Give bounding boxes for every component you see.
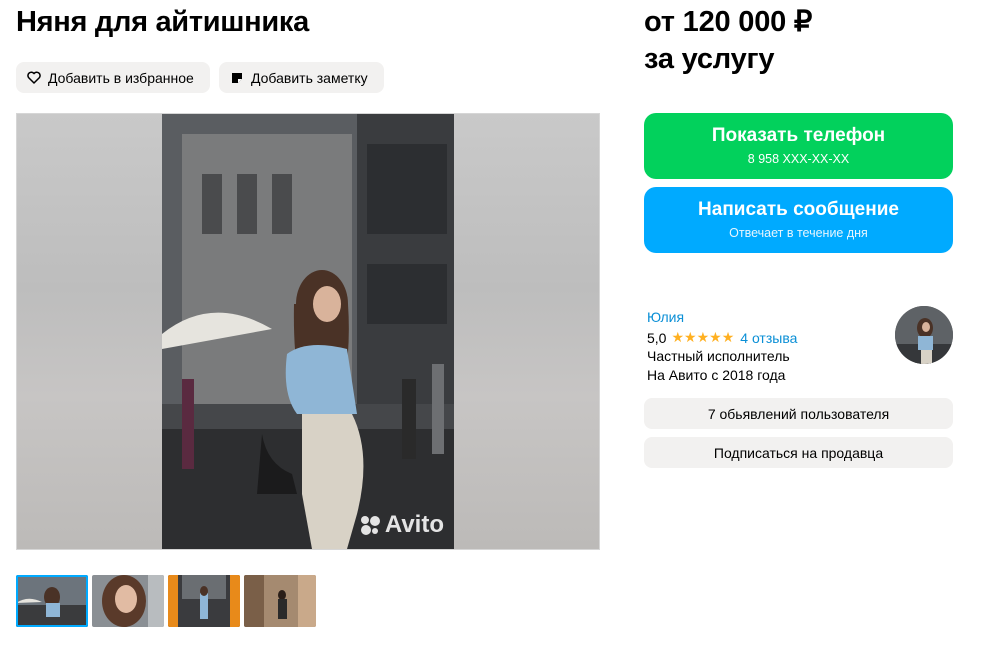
avito-watermark: Avito — [359, 511, 444, 539]
heart-icon — [25, 71, 43, 84]
price-unit: за услугу — [644, 43, 775, 75]
price-value: от 120 000 ₽ — [644, 6, 813, 38]
show-phone-label: Показать телефон — [711, 125, 886, 146]
blurred-background-left — [17, 114, 162, 549]
price-block: от 120 000 ₽ за услугу — [644, 4, 812, 78]
blurred-background-right — [454, 114, 599, 549]
send-message-button[interactable]: Написать сообщение Отвечает в течение дн… — [644, 187, 953, 253]
add-note-button[interactable]: Добавить заметку — [219, 62, 384, 93]
star-icon: ★ — [671, 329, 685, 345]
seller-type: Частный исполнитель — [647, 348, 790, 364]
thumbnail-strip — [16, 575, 316, 627]
photo-scene — [162, 114, 454, 549]
note-icon — [228, 72, 246, 84]
send-message-label: Написать сообщение — [698, 199, 899, 220]
subscribe-seller-button[interactable]: Подписаться на продавца — [644, 437, 953, 468]
add-to-favorites-button[interactable]: Добавить в избранное — [16, 62, 210, 93]
star-icon: ★ — [696, 329, 710, 345]
thumbnail-2[interactable] — [92, 575, 164, 627]
seller-name-link[interactable]: Юлия — [647, 309, 684, 325]
star-icon: ★ — [721, 329, 735, 345]
listing-title: Няня для айтишника — [16, 6, 309, 38]
seller-ads-button[interactable]: 7 обьявлений пользователя — [644, 398, 953, 429]
response-time: Отвечает в течение дня — [729, 226, 868, 240]
thumbnail-4[interactable] — [244, 575, 316, 627]
watermark-text: Avito — [384, 511, 444, 538]
show-phone-button[interactable]: Показать телефон 8 958 XXX-XX-XX — [644, 113, 953, 179]
phone-number-masked: 8 958 XXX-XX-XX — [747, 152, 850, 166]
favorite-label: Добавить в избранное — [48, 69, 194, 86]
thumbnail-1[interactable] — [16, 575, 88, 627]
rating-stars: ★★★★★ — [671, 329, 734, 346]
star-icon: ★ — [684, 329, 697, 345]
avito-logo-icon — [360, 516, 380, 535]
note-label: Добавить заметку — [251, 69, 368, 86]
rating-value: 5,0 — [647, 329, 667, 346]
reviews-link[interactable]: 4 отзыва — [740, 330, 797, 346]
seller-rating: 5,0 ★★★★★ 4 отзыва — [647, 329, 797, 346]
main-photo[interactable]: Avito — [162, 114, 454, 549]
photo-gallery[interactable]: Avito — [16, 113, 600, 550]
star-icon: ★ — [709, 329, 722, 345]
seller-avatar[interactable] — [895, 306, 953, 364]
seller-since: На Авито с 2018 года — [647, 367, 786, 383]
thumbnail-3[interactable] — [168, 575, 240, 627]
